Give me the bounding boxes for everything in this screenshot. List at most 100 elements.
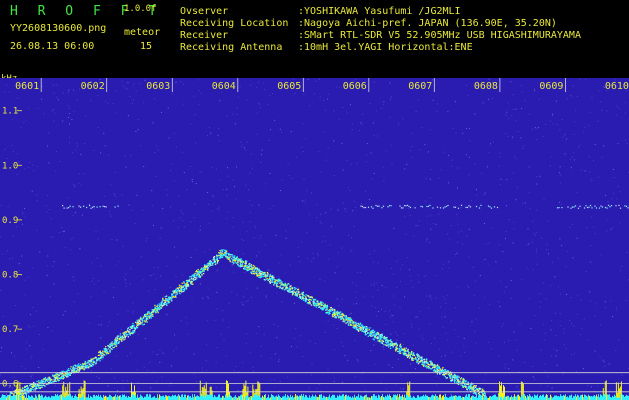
baseline-noise (174, 395, 175, 400)
noise-speck (167, 107, 169, 109)
noise-speck (222, 319, 224, 321)
baseline-noise (194, 394, 195, 400)
noise-speck (180, 209, 182, 211)
doppler-trace-point (475, 385, 477, 387)
noise-speck (274, 119, 276, 121)
noise-speck (487, 342, 489, 343)
noise-speck (411, 132, 413, 134)
baseline-noise (288, 395, 289, 400)
carrier-point (601, 206, 604, 208)
noise-speck (0, 374, 1, 376)
doppler-trace-point (30, 389, 32, 392)
doppler-trace-point (412, 352, 415, 354)
doppler-trace-point (459, 380, 461, 382)
noise-speck (394, 304, 395, 306)
noise-speck (73, 186, 75, 188)
noise-speck (402, 264, 404, 266)
doppler-trace-point (164, 301, 167, 303)
doppler-trace-point (54, 375, 56, 377)
baseline-noise (26, 394, 27, 400)
noise-speck (232, 113, 234, 115)
doppler-trace-point (373, 331, 375, 334)
baseline-noise (378, 394, 379, 400)
doppler-trace-point (253, 268, 256, 270)
noise-speck (484, 379, 485, 381)
noise-speck (95, 231, 97, 233)
noise-speck (232, 264, 234, 266)
doppler-trace-point (150, 313, 153, 315)
noise-speck (305, 138, 307, 140)
baseline-noise (518, 394, 519, 400)
doppler-trace-point (408, 357, 411, 359)
baseline-noise (54, 396, 55, 400)
doppler-trace-point (400, 352, 402, 354)
noise-speck (258, 251, 260, 253)
noise-speck (475, 342, 477, 344)
baseline-noise (109, 394, 110, 400)
noise-speck (297, 286, 299, 288)
noise-speck (594, 144, 596, 146)
noise-speck (351, 123, 353, 125)
noise-speck (271, 272, 273, 274)
doppler-trace-point (420, 358, 423, 360)
doppler-trace-point (213, 258, 215, 260)
doppler-trace-point (170, 296, 173, 298)
doppler-trace-point (442, 367, 444, 369)
noise-speck (559, 238, 561, 240)
doppler-trace-point (409, 355, 411, 357)
noise-speck (260, 234, 262, 236)
noise-speck (607, 219, 609, 221)
baseline-noise (140, 394, 141, 400)
baseline-noise (587, 396, 588, 400)
baseline-noise (471, 396, 472, 400)
noise-speck (107, 385, 109, 387)
noise-speck (280, 254, 282, 256)
baseline-noise (590, 396, 591, 400)
noise-speck (534, 89, 535, 91)
noise-speck (500, 178, 502, 180)
noise-speck (594, 390, 595, 392)
doppler-trace-point (353, 321, 355, 323)
baseline-noise (577, 394, 578, 400)
noise-speck (396, 339, 398, 341)
carrier-point (99, 206, 101, 208)
noise-speck (201, 171, 203, 173)
doppler-trace-point (311, 299, 313, 301)
baseline-noise (437, 396, 438, 400)
carrier-point (63, 207, 65, 209)
noise-speck (285, 230, 287, 232)
doppler-trace-point (75, 365, 77, 367)
carrier-point (598, 207, 601, 209)
noise-speck (7, 205, 9, 207)
baseline-noise (301, 394, 302, 400)
doppler-trace-point (295, 290, 298, 292)
noise-speck (491, 227, 493, 229)
doppler-trace-point (41, 386, 43, 388)
doppler-trace-point (156, 304, 159, 306)
doppler-trace-point (419, 360, 421, 363)
doppler-trace-point (449, 376, 451, 378)
baseline-noise (361, 395, 362, 400)
baseline-noise (427, 395, 428, 400)
baseline-noise (486, 396, 487, 400)
baseline-noise (206, 395, 207, 400)
noise-speck (255, 86, 257, 88)
noise-speck (104, 196, 106, 197)
noise-speck (273, 205, 274, 207)
doppler-trace-point (233, 260, 235, 262)
noise-speck (541, 237, 543, 239)
doppler-trace-point (220, 251, 222, 253)
doppler-trace-point (99, 357, 101, 360)
noise-speck (441, 268, 443, 269)
baseline-noise (536, 395, 537, 400)
doppler-trace-point (111, 341, 113, 343)
doppler-trace-point (241, 262, 243, 264)
noise-speck (296, 346, 298, 348)
baseline-noise (278, 394, 279, 400)
noise-speck (173, 220, 174, 222)
noise-speck (146, 369, 148, 371)
noise-speck (290, 346, 292, 347)
y-tick-label: 0.8 (2, 271, 18, 281)
noise-speck (507, 117, 509, 119)
doppler-trace-point (299, 293, 301, 296)
